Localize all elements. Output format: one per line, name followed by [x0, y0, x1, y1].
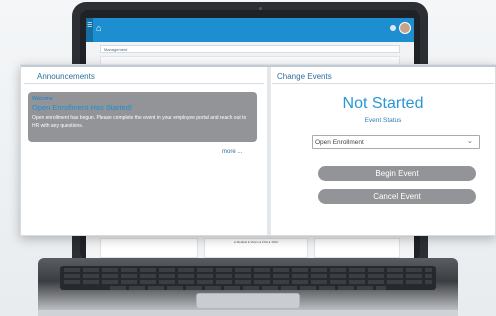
change-events-panel: Change Events Not Started Event Status O… [272, 68, 494, 234]
change-events-header: Change Events [272, 68, 494, 84]
announcements-title: Announcements [37, 72, 95, 81]
change-events-title: Change Events [277, 72, 332, 81]
trackpad [196, 293, 300, 309]
announcement-headline: Open Enrollment Has Started! [32, 103, 133, 112]
app-header: ☰ ⌂ [86, 18, 414, 42]
key-row [64, 280, 432, 284]
chevron-down-icon: ⌄ [467, 138, 473, 145]
app-side-strip: ☰ [86, 18, 93, 42]
announcements-header: Announcements [24, 68, 264, 84]
avatar[interactable] [399, 22, 411, 34]
announcements-panel: Announcements Welcome Open Enrollment Ha… [24, 68, 264, 234]
sub-navigation-label[interactable]: Management [104, 46, 127, 53]
event-status-value: Not Started [342, 95, 424, 112]
key-row [110, 286, 386, 290]
key-row [64, 268, 432, 272]
notification-icon[interactable] [390, 25, 396, 31]
chart-legend: ● Medical ● Vision ● FSA ● 401K [234, 240, 279, 244]
more-link[interactable]: more ... [222, 149, 242, 156]
key-row [64, 274, 432, 278]
cancel-event-button[interactable]: Cancel Event [318, 189, 476, 204]
card-topline [21, 65, 496, 67]
camera-icon [259, 7, 262, 10]
announcement-item[interactable]: Welcome Open Enrollment Has Started! Ope… [28, 92, 257, 142]
screen-panel-left [100, 238, 198, 258]
laptop-base-edge [38, 310, 458, 316]
home-icon[interactable]: ⌂ [96, 24, 104, 33]
sub-navigation: Management [100, 45, 400, 53]
menu-icon[interactable]: ☰ [87, 22, 92, 29]
dashboard-card: Announcements Welcome Open Enrollment Ha… [20, 64, 496, 236]
panel-divider [267, 67, 271, 235]
announcement-category: Welcome [32, 96, 53, 102]
begin-event-button[interactable]: Begin Event [318, 166, 476, 181]
event-status-label: Event Status [364, 117, 402, 124]
event-type-select[interactable]: Open Enrollment ⌄ [312, 135, 480, 149]
announcement-body: Open enrollment has begun. Please comple… [32, 115, 247, 129]
screen-panel-right [314, 238, 400, 258]
event-type-select-value: Open Enrollment [315, 139, 364, 146]
